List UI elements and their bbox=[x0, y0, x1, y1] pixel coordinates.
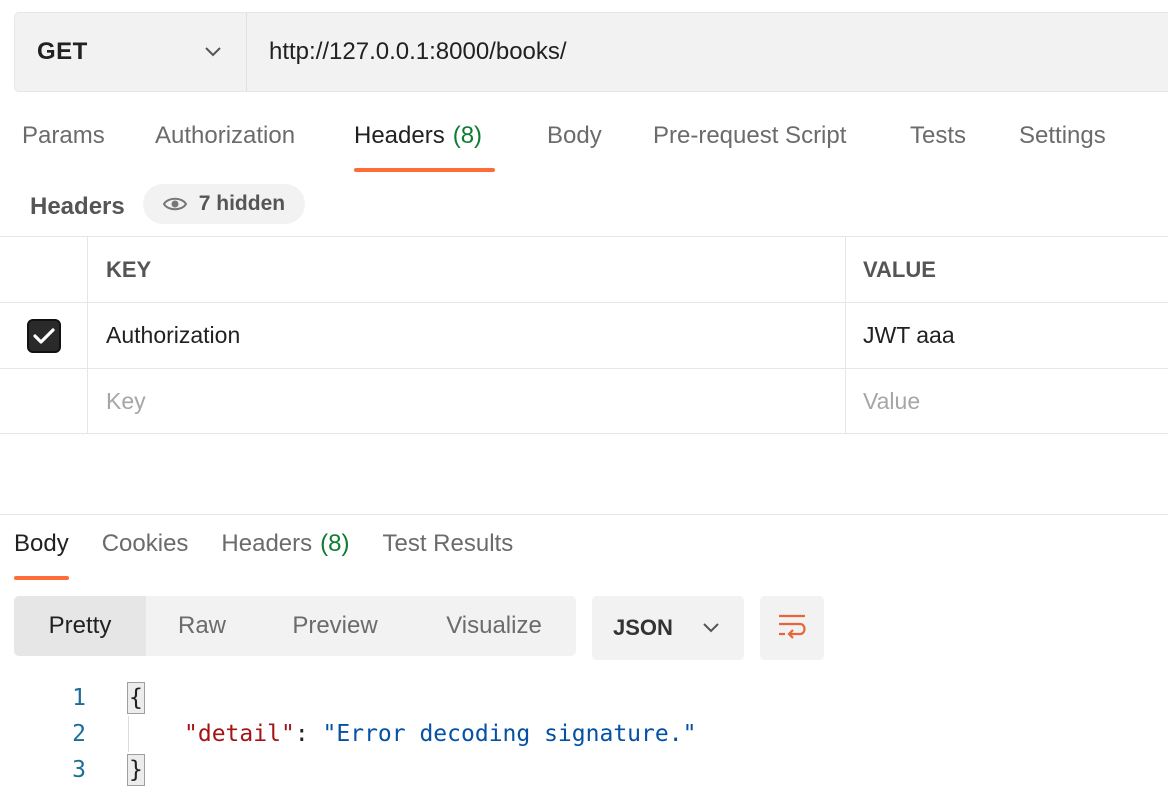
response-tab-body[interactable]: Body bbox=[14, 530, 69, 580]
tab-label: Headers bbox=[354, 122, 445, 149]
json-key: detail bbox=[197, 721, 281, 747]
tab-label: Headers bbox=[221, 530, 313, 557]
tab-label: Body bbox=[14, 530, 69, 557]
method-select[interactable]: GET bbox=[15, 13, 247, 91]
tab-body[interactable]: Body bbox=[547, 122, 653, 172]
tab-label: Body bbox=[547, 122, 602, 149]
view-visualize-button[interactable]: Visualize bbox=[412, 596, 576, 656]
tab-headers[interactable]: Headers (8) bbox=[354, 122, 495, 172]
tab-label: Cookies bbox=[101, 530, 189, 557]
url-input[interactable]: http://127.0.0.1:8000/books/ bbox=[247, 13, 1168, 91]
key-column-header: KEY bbox=[88, 237, 846, 302]
row-checkbox-cell bbox=[0, 303, 88, 368]
header-key-field[interactable]: Authorization bbox=[88, 303, 846, 368]
pane-divider[interactable] bbox=[0, 514, 1168, 515]
response-tab-headers[interactable]: Headers (8) bbox=[221, 530, 349, 580]
tab-count: (8) bbox=[452, 122, 483, 149]
value-column-header: VALUE bbox=[863, 256, 936, 282]
row-checkbox-cell bbox=[0, 369, 88, 433]
chevron-down-icon bbox=[202, 41, 224, 63]
hidden-headers-toggle[interactable]: 7 hidden bbox=[142, 184, 306, 224]
response-body-code[interactable]: 1 { 2 "detail": "Error decoding signatur… bbox=[0, 680, 1168, 788]
code-line: 2 "detail": "Error decoding signature." bbox=[0, 716, 1168, 752]
tab-label: Pre-request Script bbox=[653, 122, 847, 149]
tab-params[interactable]: Params bbox=[22, 122, 155, 172]
tab-label: Tests bbox=[910, 122, 967, 149]
tab-pre-request-script[interactable]: Pre-request Script bbox=[653, 122, 910, 172]
wrap-lines-icon bbox=[776, 612, 808, 645]
indent-guide bbox=[128, 716, 129, 752]
check-column-header bbox=[0, 237, 88, 302]
headers-subbar: Headers 7 hidden bbox=[30, 184, 306, 224]
checkbox-checked-icon[interactable] bbox=[26, 318, 61, 353]
headers-title: Headers bbox=[30, 193, 125, 220]
view-preview-button[interactable]: Preview bbox=[258, 596, 412, 656]
view-pretty-button[interactable]: Pretty bbox=[14, 596, 146, 656]
line-number: 2 bbox=[72, 721, 86, 747]
eye-icon bbox=[162, 196, 187, 212]
chevron-down-icon bbox=[700, 617, 722, 639]
header-value-field[interactable]: JWT aaa bbox=[846, 303, 1168, 368]
tab-label: Test Results bbox=[382, 530, 514, 557]
table-row: Authorization JWT aaa bbox=[0, 302, 1168, 368]
code-line: 1 { bbox=[0, 680, 1168, 716]
wrap-lines-button[interactable] bbox=[760, 596, 824, 660]
tab-count: (8) bbox=[320, 530, 350, 557]
close-brace: } bbox=[127, 754, 145, 786]
view-mode-toggle: Pretty Raw Preview Visualize bbox=[14, 596, 576, 656]
json-string-value: Error decoding signature. bbox=[336, 721, 683, 747]
response-tabs: Body Cookies Headers (8) Test Results bbox=[14, 530, 546, 580]
open-brace: { bbox=[127, 682, 145, 714]
request-bar: GET http://127.0.0.1:8000/books/ bbox=[14, 12, 1168, 92]
new-key-input[interactable]: Key bbox=[88, 369, 846, 433]
tab-label: Params bbox=[22, 122, 105, 149]
line-number: 3 bbox=[72, 757, 86, 783]
format-label: JSON bbox=[613, 615, 673, 640]
tab-tests[interactable]: Tests bbox=[910, 122, 1019, 172]
format-select[interactable]: JSON bbox=[592, 596, 744, 660]
new-value-input[interactable]: Value bbox=[846, 369, 1168, 433]
response-tab-test-results[interactable]: Test Results bbox=[382, 530, 513, 580]
view-raw-button[interactable]: Raw bbox=[146, 596, 258, 656]
table-header-row: KEY VALUE bbox=[0, 236, 1168, 302]
tab-authorization[interactable]: Authorization bbox=[155, 122, 354, 172]
request-tabs: Params Authorization Headers (8) Body Pre… bbox=[22, 122, 1119, 172]
headers-table: KEY VALUE Authorization JWT aaa Key Valu… bbox=[0, 236, 1168, 434]
line-number: 1 bbox=[72, 685, 86, 711]
method-label: GET bbox=[37, 38, 88, 65]
tab-settings[interactable]: Settings bbox=[1019, 122, 1119, 172]
table-row-new: Key Value bbox=[0, 368, 1168, 434]
json-pair: "detail": "Error decoding signature." bbox=[184, 721, 697, 747]
code-line: 3 } bbox=[0, 752, 1168, 788]
tab-label: Authorization bbox=[155, 122, 296, 149]
tab-label: Settings bbox=[1019, 122, 1106, 149]
response-tab-cookies[interactable]: Cookies bbox=[102, 530, 189, 580]
hidden-count-label: 7 hidden bbox=[198, 192, 286, 215]
